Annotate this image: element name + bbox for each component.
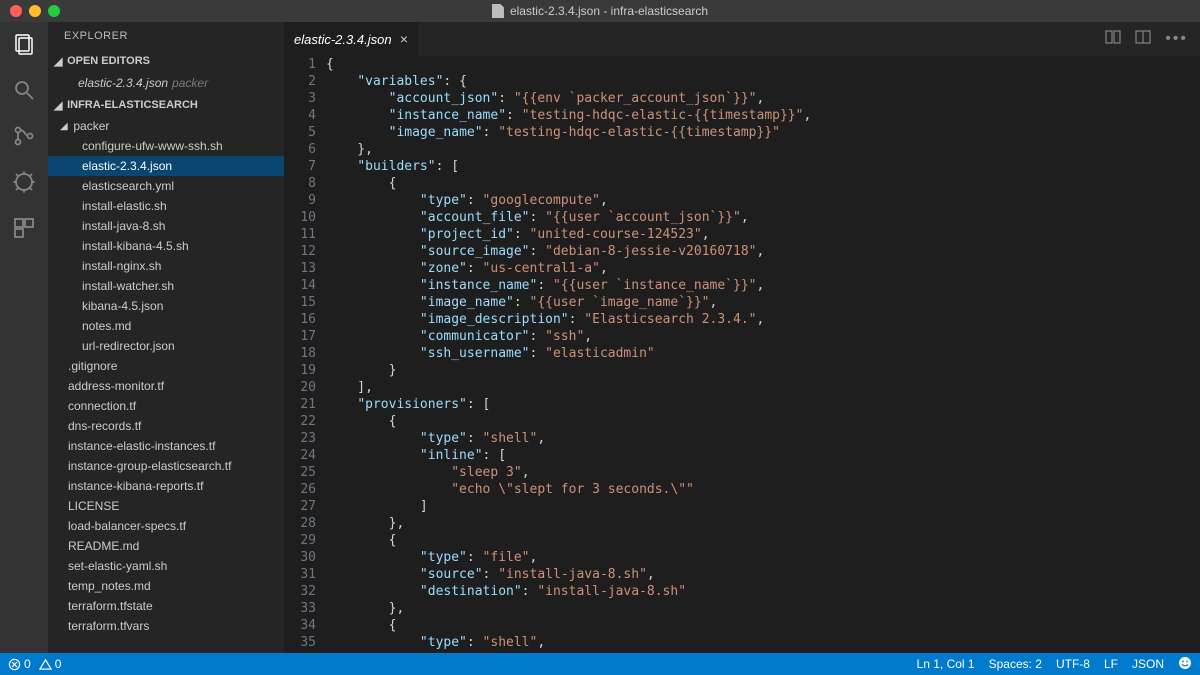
sidebar-title: EXPLORER (48, 22, 284, 50)
file-item[interactable]: notes.md (48, 316, 284, 336)
status-line-col[interactable]: Ln 1, Col 1 (917, 657, 975, 671)
split-editor-icon[interactable] (1135, 29, 1151, 50)
file-item[interactable]: LICENSE (48, 496, 284, 516)
file-item[interactable]: temp_notes.md (48, 576, 284, 596)
explorer-icon[interactable] (10, 30, 38, 58)
search-icon[interactable] (10, 76, 38, 104)
activity-bar (0, 22, 48, 653)
window-titlebar: elastic-2.3.4.json - infra-elasticsearch (0, 0, 1200, 22)
open-editor-item[interactable]: elastic-2.3.4.json packer (48, 72, 284, 94)
close-tab-icon[interactable]: × (400, 31, 408, 47)
status-encoding[interactable]: UTF-8 (1056, 657, 1090, 671)
file-item[interactable]: install-java-8.sh (48, 216, 284, 236)
window-title: elastic-2.3.4.json - infra-elasticsearch (510, 4, 708, 18)
file-item[interactable]: install-nginx.sh (48, 256, 284, 276)
file-item[interactable]: terraform.tfstate (48, 596, 284, 616)
file-item[interactable]: elasticsearch.yml (48, 176, 284, 196)
file-item[interactable]: .gitignore (48, 356, 284, 376)
code-editor[interactable]: 1234567891011121314151617181920212223242… (284, 56, 1200, 653)
file-item[interactable]: kibana-4.5.json (48, 296, 284, 316)
folder-packer[interactable]: ◢ packer (48, 116, 284, 136)
file-item[interactable]: set-elastic-yaml.sh (48, 556, 284, 576)
status-errors[interactable]: 0 (8, 657, 31, 671)
project-header[interactable]: ◢ INFRA-ELASTICSEARCH (48, 94, 284, 116)
debug-icon[interactable] (10, 168, 38, 196)
file-item[interactable]: load-balancer-specs.tf (48, 516, 284, 536)
file-item[interactable]: configure-ufw-www-ssh.sh (48, 136, 284, 156)
tab-elastic-json[interactable]: elastic-2.3.4.json × (284, 22, 419, 56)
file-item[interactable]: instance-kibana-reports.tf (48, 476, 284, 496)
sidebar: EXPLORER ◢ OPEN EDITORS elastic-2.3.4.js… (48, 22, 284, 653)
status-language[interactable]: JSON (1132, 657, 1164, 671)
editor-area: elastic-2.3.4.json × ••• 123456789101112… (284, 22, 1200, 653)
extensions-icon[interactable] (10, 214, 38, 242)
file-item[interactable]: url-redirector.json (48, 336, 284, 356)
file-item[interactable]: elastic-2.3.4.json (48, 156, 284, 176)
status-eol[interactable]: LF (1104, 657, 1118, 671)
file-item[interactable]: instance-group-elasticsearch.tf (48, 456, 284, 476)
document-icon (492, 4, 504, 18)
status-bar: 0 0 Ln 1, Col 1 Spaces: 2 UTF-8 LF JSON (0, 653, 1200, 675)
status-spaces[interactable]: Spaces: 2 (989, 657, 1042, 671)
file-item[interactable]: instance-elastic-instances.tf (48, 436, 284, 456)
source-control-icon[interactable] (10, 122, 38, 150)
status-warnings[interactable]: 0 (39, 657, 62, 671)
open-editors-header[interactable]: ◢ OPEN EDITORS (48, 50, 284, 72)
tab-bar: elastic-2.3.4.json × ••• (284, 22, 1200, 56)
file-item[interactable]: dns-records.tf (48, 416, 284, 436)
file-item[interactable]: terraform.tfvars (48, 616, 284, 636)
file-item[interactable]: install-elastic.sh (48, 196, 284, 216)
file-item[interactable]: install-kibana-4.5.sh (48, 236, 284, 256)
file-item[interactable]: address-monitor.tf (48, 376, 284, 396)
file-item[interactable]: README.md (48, 536, 284, 556)
file-item[interactable]: connection.tf (48, 396, 284, 416)
more-actions-icon[interactable]: ••• (1165, 30, 1188, 48)
file-tree: ◢ packer configure-ufw-www-ssh.shelastic… (48, 116, 284, 653)
compare-icon[interactable] (1105, 29, 1121, 50)
file-item[interactable]: install-watcher.sh (48, 276, 284, 296)
line-gutter: 1234567891011121314151617181920212223242… (284, 56, 326, 653)
feedback-icon[interactable] (1178, 656, 1192, 673)
code-content[interactable]: { "variables": { "account_json": "{{env … (326, 56, 1200, 653)
